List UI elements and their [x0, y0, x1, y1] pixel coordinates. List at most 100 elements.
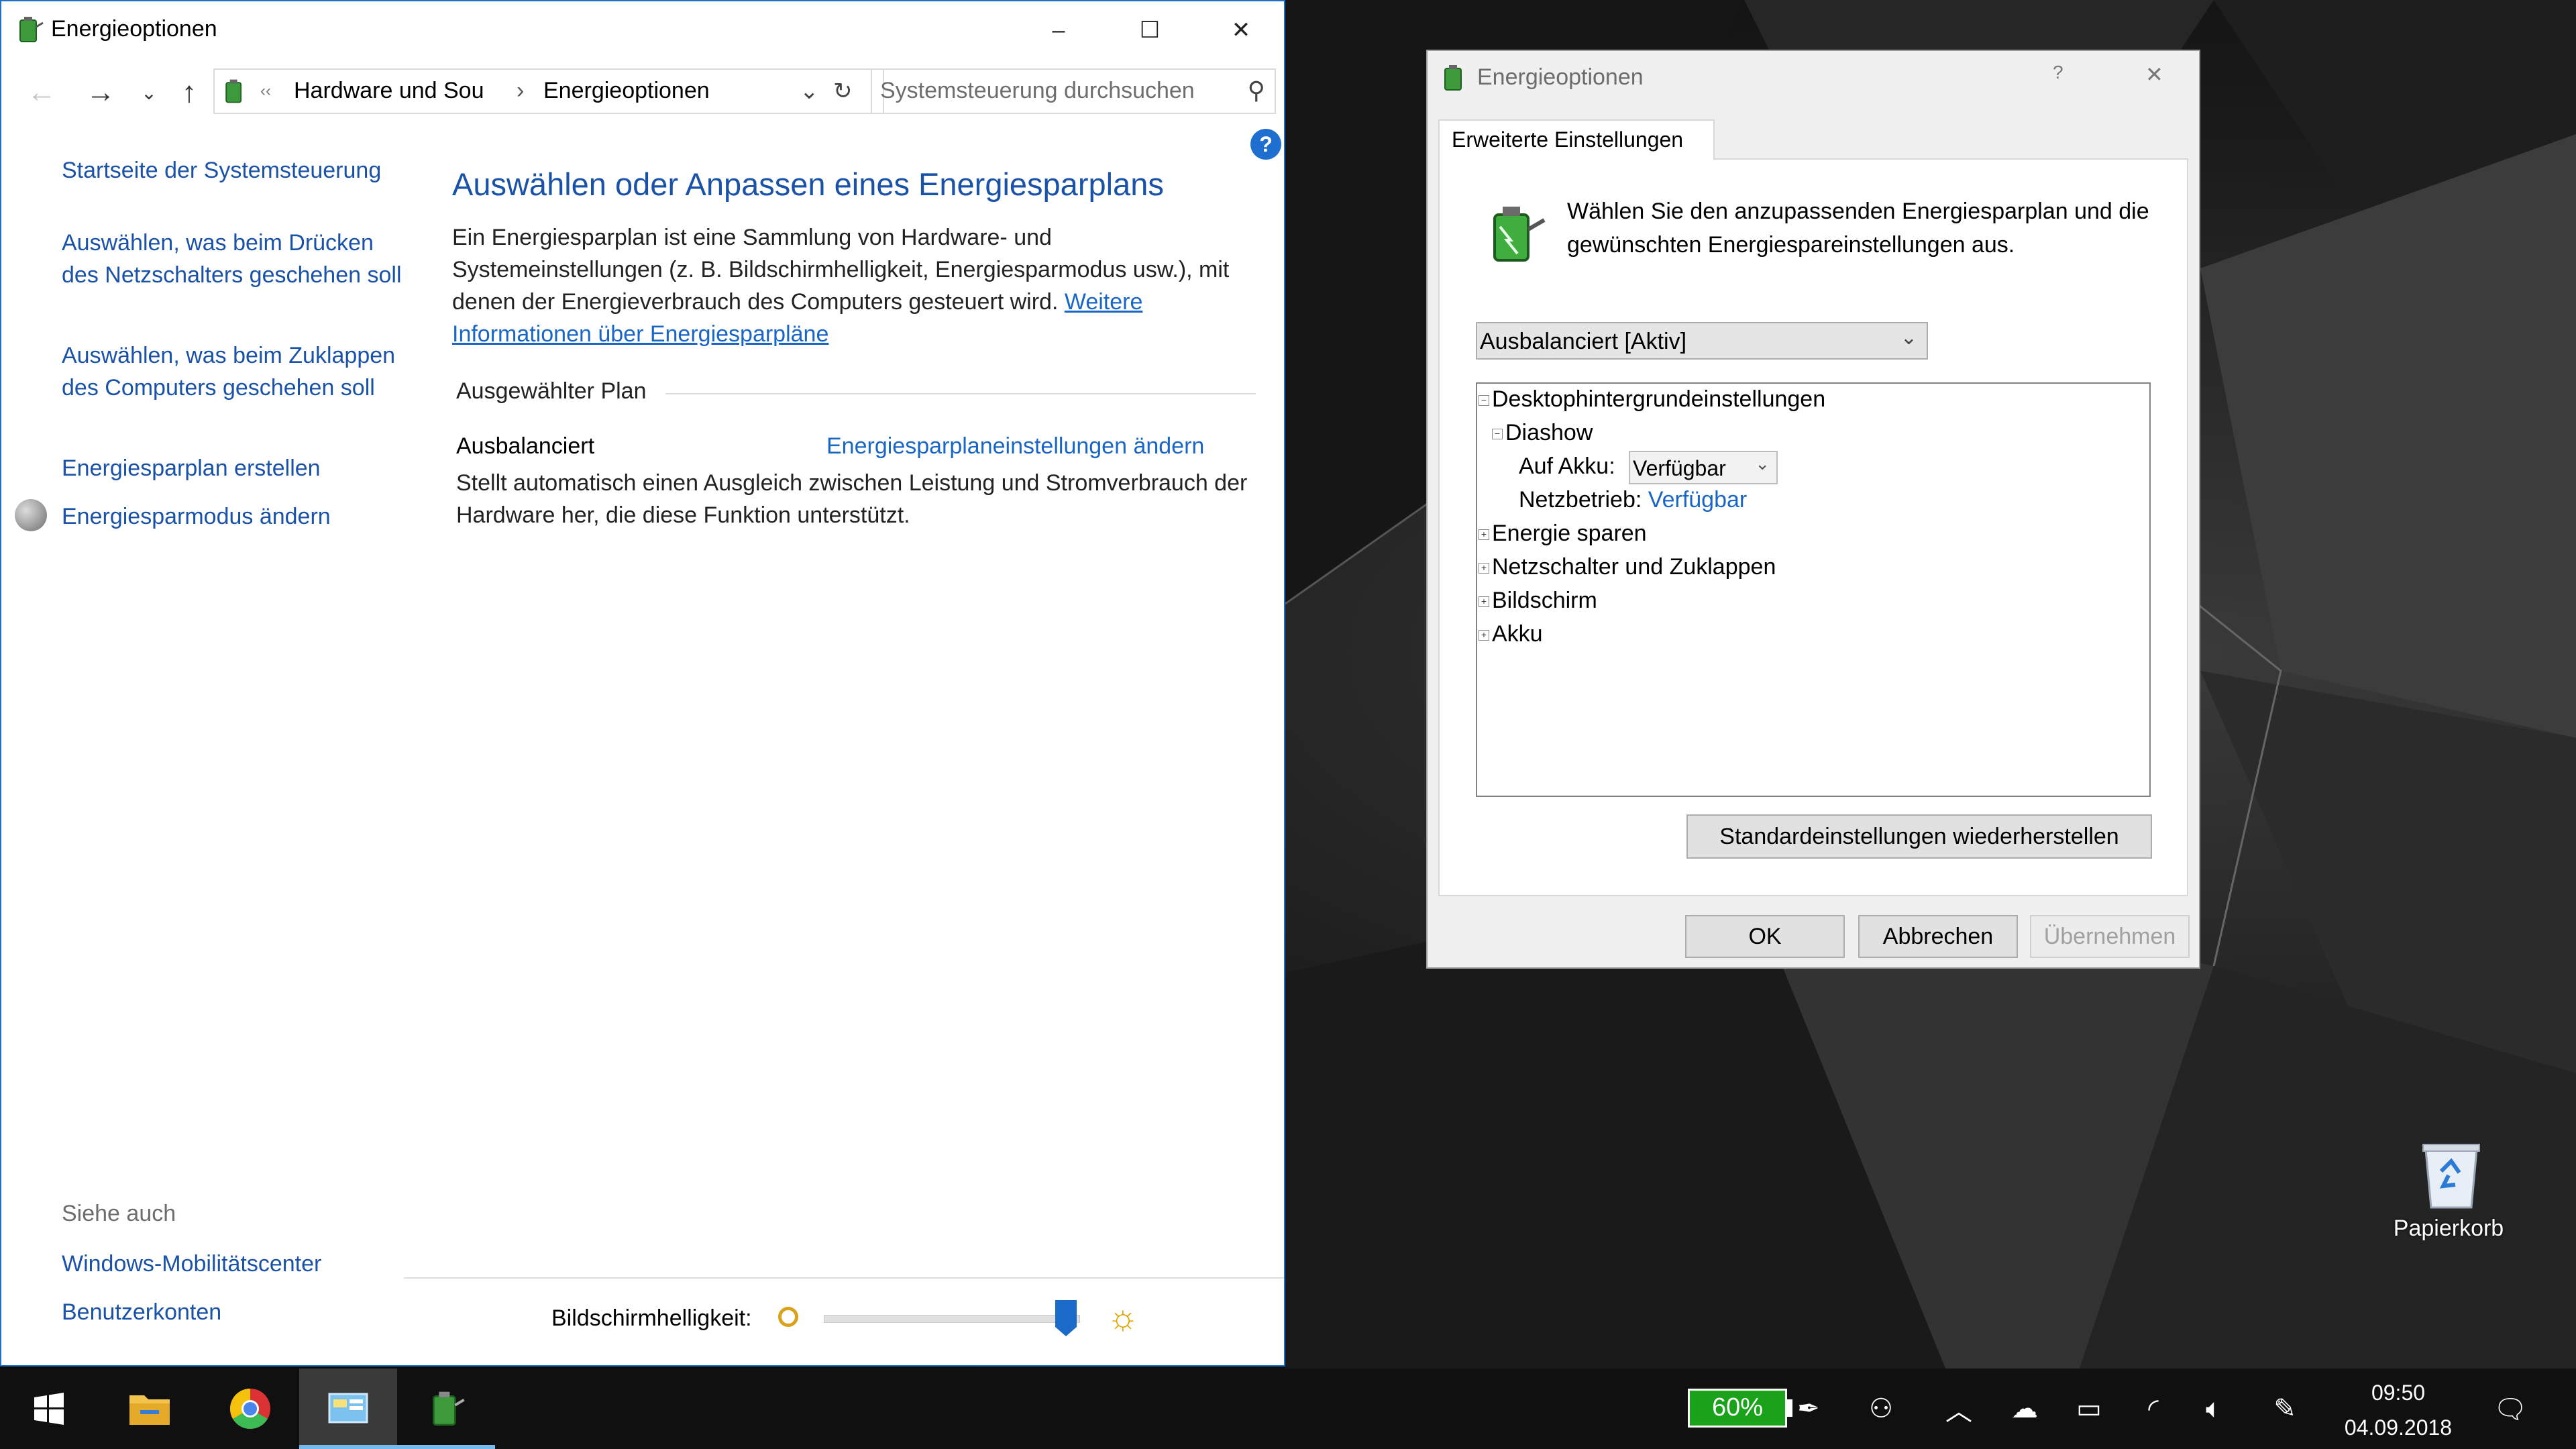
bottom-divider	[404, 1277, 1284, 1279]
plan-description: Stellt automatisch einen Ausgleich zwisc…	[456, 470, 1248, 528]
advanced-settings-dialog: Energieoptionen ? ✕ Erweiterte Einstellu…	[1426, 50, 2200, 969]
sidebar-link-lid-close[interactable]: Auswählen, was beim Zuklappen des Comput…	[62, 339, 411, 404]
see-also-user-accounts[interactable]: Benutzerkonten	[62, 1296, 411, 1328]
brightness-label: Bildschirmhelligkeit:	[551, 1305, 752, 1331]
cancel-button[interactable]: Abbrechen	[1858, 915, 2018, 958]
tree-item-desktop-background[interactable]: − Desktophintergrundeinstellungen	[1479, 386, 1825, 413]
see-also-mobility-center[interactable]: Windows-Mobilitätscenter	[62, 1248, 411, 1280]
on-battery-select[interactable]: Verfügbar ⌄	[1629, 451, 1778, 484]
taskbar-control-panel[interactable]	[299, 1368, 397, 1449]
refresh-icon[interactable]: ↻	[833, 78, 853, 105]
crumb-separator[interactable]: ›	[517, 78, 524, 104]
clock[interactable]: 09:50 04.09.2018	[2314, 1375, 2482, 1445]
active-indicator	[299, 1445, 397, 1449]
dialog-help-button[interactable]: ?	[2053, 62, 2063, 83]
tree-item-energy-saving[interactable]: + Energie sparen	[1479, 521, 1647, 547]
restore-defaults-button[interactable]: Standardeinstellungen wiederherstellen	[1686, 814, 2152, 859]
sleep-moon-icon	[15, 499, 47, 531]
window-title: Energieoptionen	[51, 16, 217, 42]
ok-button[interactable]: OK	[1685, 915, 1845, 958]
plan-select-value: Ausbalanciert [Aktiv]	[1480, 329, 1687, 354]
battery-charging-icon[interactable]: ▭	[2070, 1390, 2108, 1428]
help-icon[interactable]: ?	[1250, 129, 1281, 160]
battery-indicator[interactable]: 60%	[1688, 1389, 1787, 1428]
breadcrumb-energy-options[interactable]: Energieoptionen	[543, 78, 710, 104]
up-arrow-icon[interactable]: ↑	[169, 71, 209, 114]
back-arrow-icon[interactable]: ←	[21, 71, 62, 114]
minimize-button[interactable]: –	[1013, 1, 1104, 59]
title-bar[interactable]: Energieoptionen – ☐ ✕	[1, 1, 1284, 59]
sidebar-link-sleep-mode[interactable]: Energiesparmodus ändern	[62, 500, 411, 533]
running-indicator	[397, 1445, 495, 1449]
search-input[interactable]: Systemsteuerung durchsuchen ⚲	[871, 68, 1276, 114]
volume-icon[interactable]: 🔈︎	[2195, 1390, 2233, 1428]
change-plan-settings-link[interactable]: Energiesparplaneinstellungen ändern	[826, 433, 1204, 460]
plugged-in-value-link[interactable]: Verfügbar	[1648, 487, 1747, 513]
close-button[interactable]: ✕	[1195, 1, 1287, 59]
control-panel-icon	[328, 1393, 368, 1424]
sidebar-home-link[interactable]: Startseite der Systemsteuerung	[62, 154, 411, 186]
expand-icon[interactable]: +	[1479, 529, 1489, 541]
chevron-down-icon: ⌄	[1900, 327, 1917, 349]
expand-icon[interactable]: +	[1479, 630, 1489, 641]
power-options-icon	[433, 1391, 465, 1426]
recycle-bin-label[interactable]: Papierkorb	[2368, 1216, 2529, 1242]
taskbar-chrome[interactable]	[201, 1368, 299, 1449]
tree-item-power-button-lid[interactable]: + Netzschalter und Zuklappen	[1479, 554, 1776, 580]
address-box[interactable]: ‹‹ Hardware und Sou › Energieoptionen ⌄ …	[213, 68, 884, 114]
expand-icon[interactable]: +	[1479, 596, 1489, 608]
recent-locations-chevron-icon[interactable]: ⌄	[129, 71, 169, 114]
battery-plan-icon	[1493, 207, 1546, 262]
search-icon[interactable]: ⚲	[1248, 76, 1265, 105]
collapse-icon[interactable]: −	[1479, 395, 1489, 407]
chevron-down-icon: ⌄	[1755, 453, 1770, 474]
energy-options-window: Energieoptionen – ☐ ✕ ← → ⌄ ↑ ‹‹ Hardwar…	[0, 0, 1285, 1366]
show-hidden-icons-chevron-icon[interactable]: ︿	[1940, 1390, 1978, 1428]
action-center-icon[interactable]: 🗨︎	[2491, 1390, 2529, 1428]
tree-item-display[interactable]: + Bildschirm	[1479, 588, 1597, 614]
pen-workspace-icon[interactable]: ✎	[2266, 1390, 2304, 1428]
address-bar: ← → ⌄ ↑ ‹‹ Hardware und Sou › Energieopt…	[1, 66, 1284, 119]
clock-time: 09:50	[2371, 1381, 2426, 1405]
maximize-button[interactable]: ☐	[1104, 1, 1195, 59]
brightness-slider-thumb[interactable]	[1054, 1299, 1078, 1338]
plan-name: Ausbalanciert	[456, 433, 595, 459]
onedrive-cloud-icon[interactable]: ☁	[2006, 1390, 2043, 1428]
search-placeholder: Systemsteuerung durchsuchen	[880, 78, 1195, 103]
crumb-separator: ‹‹	[260, 82, 271, 100]
clock-date: 04.09.2018	[2344, 1415, 2453, 1440]
sidebar-link-power-button[interactable]: Auswählen, was beim Drücken des Netzscha…	[62, 227, 411, 291]
start-button[interactable]	[0, 1368, 98, 1449]
windows-logo-icon	[34, 1393, 64, 1425]
dialog-close-button[interactable]: ✕	[2145, 62, 2163, 87]
pen-ink-icon[interactable]: ✒	[1790, 1390, 1827, 1428]
forward-arrow-icon[interactable]: →	[80, 71, 121, 114]
tree-item-battery[interactable]: + Akku	[1479, 621, 1543, 647]
address-dropdown-chevron-icon[interactable]: ⌄	[800, 78, 819, 105]
group-divider	[665, 393, 1256, 394]
taskbar-file-explorer[interactable]	[101, 1368, 199, 1449]
wifi-icon[interactable]: ◜	[2135, 1390, 2172, 1428]
power-options-icon	[19, 17, 44, 42]
collapse-icon[interactable]: −	[1492, 429, 1503, 440]
on-battery-label: Auf Akku:	[1519, 453, 1615, 479]
sidebar-link-create-plan[interactable]: Energiesparplan erstellen	[62, 452, 411, 484]
apply-button[interactable]: Übernehmen	[2030, 915, 2190, 958]
people-icon[interactable]: ⚇	[1862, 1390, 1900, 1428]
tab-advanced-settings[interactable]: Erweiterte Einstellungen	[1438, 119, 1715, 160]
breadcrumb-hardware[interactable]: Hardware und Sou	[294, 78, 484, 104]
tree-item-slideshow[interactable]: − Diashow	[1492, 420, 1593, 446]
brightness-slider-track[interactable]	[824, 1315, 1080, 1323]
page-title: Auswählen oder Anpassen eines Energiespa…	[452, 166, 1164, 202]
plan-explanation: Ein Energiesparplan ist eine Sammlung vo…	[452, 221, 1264, 350]
dim-sun-icon	[778, 1307, 798, 1327]
recycle-bin-icon[interactable]	[2411, 1131, 2491, 1212]
expand-icon[interactable]: +	[1479, 563, 1489, 574]
plan-select[interactable]: Ausbalanciert [Aktiv] ⌄	[1476, 322, 1928, 360]
power-options-icon	[1444, 65, 1462, 91]
folder-icon	[129, 1395, 170, 1425]
taskbar: 60% ✒ ⚇ ︿ ☁ ▭ ◜ 🔈︎ ✎ 09:50 04.09.2018 🗨︎	[0, 1368, 2576, 1449]
bright-sun-icon: ☼	[1107, 1298, 1139, 1337]
taskbar-power-options[interactable]	[397, 1368, 495, 1449]
settings-tree[interactable]: − Desktophintergrundeinstellungen − Diasho…	[1476, 382, 2151, 797]
